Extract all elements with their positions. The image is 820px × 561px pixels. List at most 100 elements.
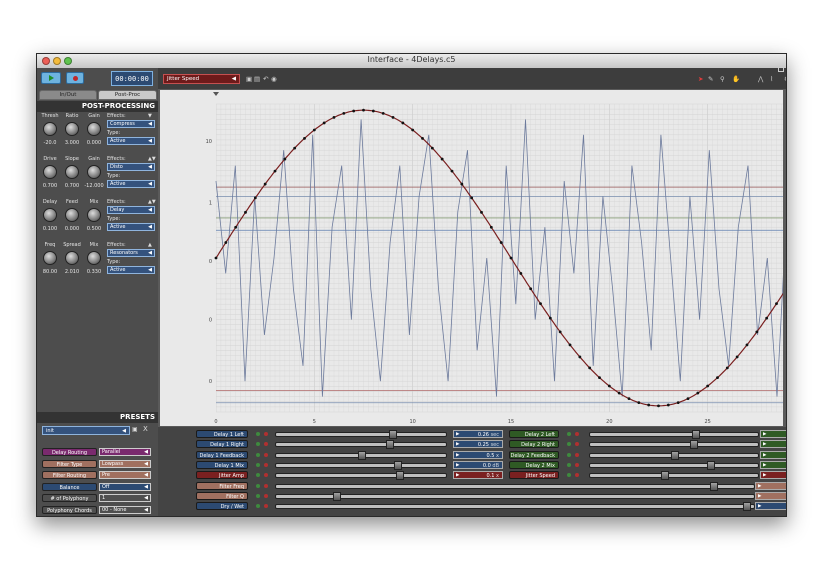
- automation-point[interactable]: [745, 343, 749, 347]
- automation-point[interactable]: [529, 287, 533, 291]
- slider-value[interactable]: ▶0.0 dB: [760, 460, 786, 469]
- slider-thumb[interactable]: [332, 491, 341, 501]
- automation-point[interactable]: [332, 115, 336, 119]
- slider-track[interactable]: [275, 460, 447, 470]
- type-select[interactable]: Active ◀: [107, 266, 155, 274]
- record-toggle-icon[interactable]: [264, 473, 268, 478]
- pencil-icon[interactable]: ✎: [708, 75, 713, 83]
- slider-track[interactable]: [275, 450, 447, 460]
- automation-point[interactable]: [263, 182, 267, 186]
- automation-point[interactable]: [725, 366, 729, 370]
- reorder-arrows-icon[interactable]: ▲: [148, 242, 152, 248]
- view-icon[interactable]: ◉: [271, 75, 277, 83]
- automation-point[interactable]: [509, 256, 513, 260]
- record-toggle-icon[interactable]: [264, 504, 268, 509]
- automation-point[interactable]: [686, 397, 690, 401]
- effect-select[interactable]: Resonators ◀: [107, 249, 155, 257]
- automation-point[interactable]: [322, 121, 326, 125]
- automation-toggle-icon[interactable]: [567, 432, 571, 436]
- automation-point[interactable]: [568, 343, 572, 347]
- automation-point[interactable]: [716, 376, 719, 380]
- automation-point[interactable]: [519, 272, 523, 275]
- slider-track[interactable]: [589, 430, 759, 439]
- automation-toggle-icon[interactable]: [256, 432, 260, 436]
- automation-point[interactable]: [637, 401, 641, 405]
- automation-point[interactable]: [224, 241, 228, 244]
- automation-point[interactable]: [578, 355, 582, 359]
- automation-toggle-icon[interactable]: [256, 504, 260, 509]
- slider-value[interactable]: ▶15000.0 Hz: [755, 481, 786, 490]
- automation-point[interactable]: [401, 121, 405, 125]
- automation-toggle-icon[interactable]: [567, 473, 571, 478]
- automation-point[interactable]: [450, 169, 454, 173]
- automation-point[interactable]: [371, 109, 375, 113]
- automation-toggle-icon[interactable]: [256, 473, 260, 478]
- parameter-select[interactable]: Jitter Speed ◀: [163, 74, 240, 84]
- record-toggle-icon[interactable]: [575, 473, 579, 478]
- knob[interactable]: [65, 208, 79, 222]
- routing-select[interactable]: Parallel ◀: [99, 448, 151, 456]
- load-icon[interactable]: ▤: [254, 75, 260, 83]
- automation-toggle-icon[interactable]: [567, 452, 571, 457]
- slider-track[interactable]: [589, 450, 759, 460]
- automation-point[interactable]: [617, 391, 621, 395]
- automation-toggle-icon[interactable]: [256, 483, 260, 488]
- gear-icon[interactable]: ⚙: [784, 75, 786, 83]
- automation-point[interactable]: [735, 355, 739, 359]
- automation-point[interactable]: [293, 146, 297, 150]
- automation-point[interactable]: [362, 108, 365, 112]
- automation-point[interactable]: [775, 302, 778, 306]
- automation-point[interactable]: [440, 157, 444, 161]
- graph-canvas[interactable]: 101000051015202530: [160, 90, 783, 426]
- knob[interactable]: [65, 122, 79, 136]
- knob[interactable]: [87, 208, 101, 222]
- record-toggle-icon[interactable]: [264, 493, 268, 498]
- automation-point[interactable]: [647, 403, 651, 407]
- automation-point[interactable]: [627, 397, 631, 401]
- automation-point[interactable]: [381, 111, 385, 115]
- slider-track[interactable]: [275, 502, 755, 512]
- slider-thumb[interactable]: [743, 502, 752, 512]
- automation-toggle-icon[interactable]: [256, 442, 260, 447]
- routing-select[interactable]: Off ◀: [99, 482, 151, 491]
- slider-thumb[interactable]: [395, 471, 404, 481]
- fullscreen-icon[interactable]: [778, 67, 784, 72]
- reorder-arrows-icon[interactable]: ▲▼: [148, 156, 156, 162]
- automation-point[interactable]: [558, 330, 562, 334]
- automation-point[interactable]: [391, 115, 395, 119]
- zoom-icon[interactable]: ⚲: [720, 75, 725, 83]
- play-button[interactable]: [41, 72, 61, 84]
- reorder-arrows-icon[interactable]: ▲▼: [148, 199, 156, 205]
- slider-value[interactable]: ▶ 0.25 sec: [453, 440, 503, 449]
- slider-thumb[interactable]: [710, 481, 719, 491]
- slider-track[interactable]: [275, 481, 755, 491]
- automation-point[interactable]: [342, 111, 346, 115]
- automation-point[interactable]: [244, 210, 247, 214]
- automation-point[interactable]: [303, 136, 306, 140]
- slider-track[interactable]: [589, 471, 759, 481]
- record-toggle-icon[interactable]: [575, 452, 579, 457]
- automation-point[interactable]: [499, 241, 503, 244]
- automation-point[interactable]: [480, 210, 483, 214]
- effect-select[interactable]: Disto ◀: [107, 163, 155, 171]
- routing-select[interactable]: 00 - None ◀: [99, 505, 151, 514]
- automation-point[interactable]: [283, 157, 287, 161]
- slider-thumb[interactable]: [661, 471, 670, 481]
- automation-point[interactable]: [352, 109, 356, 113]
- save-preset-icon[interactable]: ▣: [132, 426, 139, 434]
- automation-point[interactable]: [666, 403, 670, 407]
- knob[interactable]: [87, 122, 101, 136]
- slider-track[interactable]: [589, 440, 759, 450]
- preset-select[interactable]: init ◀: [42, 426, 130, 435]
- automation-point[interactable]: [214, 256, 218, 260]
- automation-toggle-icon[interactable]: [256, 493, 260, 498]
- automation-point[interactable]: [234, 225, 238, 229]
- slider-thumb[interactable]: [394, 460, 403, 470]
- automation-toggle-icon[interactable]: [256, 452, 260, 457]
- automation-point[interactable]: [430, 146, 434, 150]
- routing-select[interactable]: Pre ◀: [99, 471, 151, 479]
- record-button[interactable]: [66, 72, 84, 84]
- automation-point[interactable]: [755, 330, 759, 334]
- knob[interactable]: [87, 251, 101, 265]
- automation-point[interactable]: [548, 316, 552, 320]
